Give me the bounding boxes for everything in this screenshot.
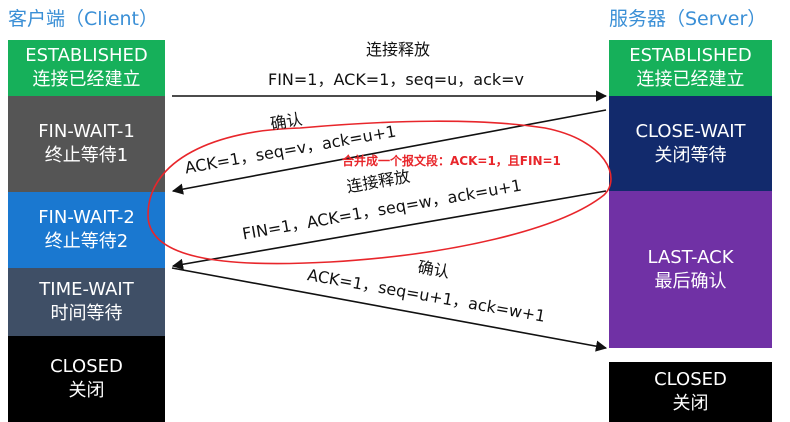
merge-annotation: 合并成一个报文段：ACK=1，且FIN=1 <box>342 154 561 168</box>
msg1-label: 连接释放 <box>366 40 431 59</box>
msg1-fields: FIN=1，ACK=1，seq=u，ack=v <box>268 70 525 89</box>
